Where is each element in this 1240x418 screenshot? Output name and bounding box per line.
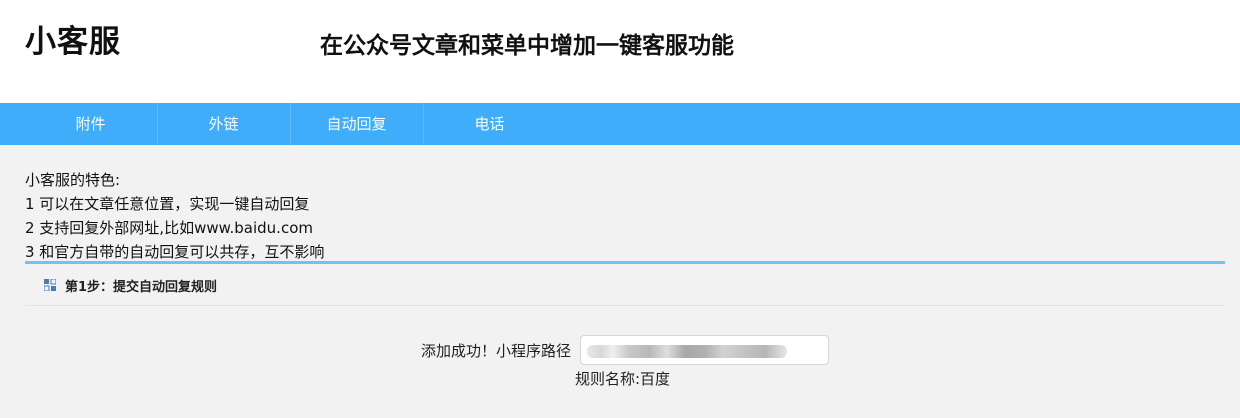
site-logo[interactable]: 小客服 bbox=[25, 16, 121, 61]
nav-item-auto-reply[interactable]: 自动回复 bbox=[290, 103, 423, 145]
feature-item: 2 支持回复外部网址,比如www.baidu.com bbox=[25, 219, 313, 237]
rule-name-text: 规则名称:百度 bbox=[575, 370, 671, 388]
main-nav: 附件 外链 自动回复 电话 bbox=[0, 103, 1240, 145]
features-list: 小客服的特色: 1 可以在文章任意位置，实现一键自动回复 2 支持回复外部网址,… bbox=[25, 168, 324, 264]
step-header: 第1步：提交自动回复规则 bbox=[25, 264, 1225, 306]
mini-program-path-field[interactable] bbox=[580, 335, 829, 365]
nav-item-attachment[interactable]: 附件 bbox=[24, 103, 157, 145]
success-message: 添加成功！小程序路径 bbox=[421, 342, 572, 360]
step-label: 第1步：提交自动回复规则 bbox=[65, 280, 218, 295]
feature-item: 1 可以在文章任意位置，实现一键自动回复 bbox=[25, 195, 310, 213]
features-title: 小客服的特色: bbox=[25, 171, 121, 189]
site-slogan: 在公众号文章和菜单中增加一键客服功能 bbox=[320, 33, 734, 59]
header: 小客服 在公众号文章和菜单中增加一键客服功能 bbox=[0, 0, 1240, 103]
nav-item-external-link[interactable]: 外链 bbox=[157, 103, 290, 145]
nav-item-phone[interactable]: 电话 bbox=[423, 103, 556, 145]
blurred-path-value bbox=[587, 345, 787, 358]
grid-icon bbox=[44, 279, 56, 291]
